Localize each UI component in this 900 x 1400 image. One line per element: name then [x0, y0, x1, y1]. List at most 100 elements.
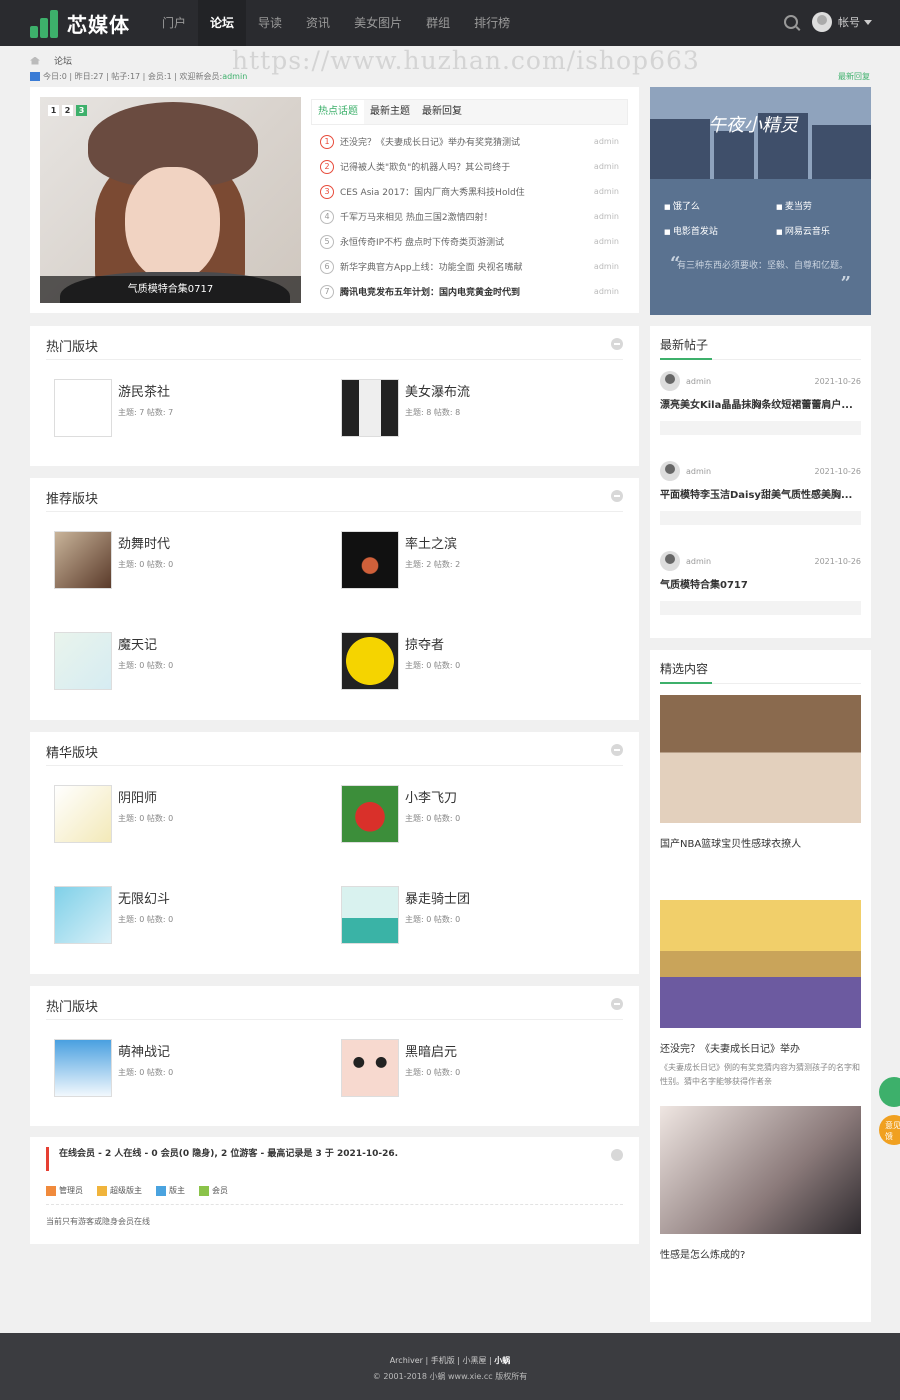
slider-page-3[interactable]: 3: [76, 105, 87, 116]
pick-image[interactable]: [660, 1106, 861, 1234]
collapse-toggle-icon[interactable]: [611, 490, 623, 502]
nav-groups[interactable]: 群组: [414, 0, 462, 46]
promo-link-eleme[interactable]: 饿了么: [664, 199, 776, 212]
account-menu[interactable]: 帐号: [838, 14, 860, 30]
forum-name[interactable]: 劲舞时代: [118, 537, 173, 553]
forum-item[interactable]: 掠夺者 主题: 0 帖数: 0: [341, 632, 460, 690]
author-avatar-icon[interactable]: [660, 461, 680, 481]
forum-name[interactable]: 小李飞刀: [405, 791, 460, 807]
hot-topic-title[interactable]: 腾讯电竞发布五年计划：国内电竞黄金时代到: [340, 285, 594, 298]
qrcode-float-icon[interactable]: [879, 1077, 900, 1107]
promo-link-netease-music[interactable]: 网易云音乐: [776, 224, 864, 237]
new-post-item[interactable]: admin 2021-10-26 气质模特合集0717: [660, 551, 861, 615]
forum-item[interactable]: 暴走骑士团 主题: 0 帖数: 0: [341, 886, 470, 944]
hot-topic-author[interactable]: admin: [594, 137, 619, 146]
post-title[interactable]: 平面模特李玉洁Daisy甜美气质性感美胸...: [660, 486, 861, 501]
forum-name[interactable]: 率土之滨: [405, 537, 460, 553]
forum-thumbnail[interactable]: [54, 531, 112, 589]
forum-name[interactable]: 美女瀑布流: [405, 385, 470, 401]
forum-thumbnail[interactable]: [54, 886, 112, 944]
forum-thumbnail[interactable]: [341, 1039, 399, 1097]
hot-topic-item[interactable]: 6 新华字典官方App上线：功能全面 央视名嘴献 admin: [311, 254, 628, 279]
site-logo[interactable]: 芯媒体: [30, 9, 130, 38]
breadcrumb-current[interactable]: 论坛: [54, 54, 72, 67]
forum-item[interactable]: 阴阳师 主题: 0 帖数: 0: [54, 785, 173, 843]
forum-thumbnail[interactable]: [341, 886, 399, 944]
hot-topic-item[interactable]: 4 千军万马来相见 热血三国2激情四射！ admin: [311, 204, 628, 229]
forum-item[interactable]: 游民茶社 主题: 7 帖数: 7: [54, 379, 173, 437]
pick-item[interactable]: 还没完？《夫妻成长日记》举办 《夫妻成长日记》例的有奖竞猜内容为猜测孩子的名字和性…: [660, 900, 861, 1089]
forum-thumbnail[interactable]: [341, 785, 399, 843]
forum-name[interactable]: 黑暗启元: [405, 1045, 460, 1061]
latest-replies-link[interactable]: 最新回复: [838, 71, 870, 82]
forum-item[interactable]: 劲舞时代 主题: 0 帖数: 0: [54, 531, 173, 589]
post-author[interactable]: admin: [686, 557, 815, 566]
promo-link-movies[interactable]: 电影首发站: [664, 224, 776, 237]
nav-forum[interactable]: 论坛: [198, 0, 247, 46]
forum-thumbnail[interactable]: [341, 632, 399, 690]
image-slider[interactable]: 1 2 3 气质模特合集0717: [40, 97, 301, 303]
forum-item[interactable]: 率土之滨 主题: 2 帖数: 2: [341, 531, 460, 589]
hot-topic-title[interactable]: 新华字典官方App上线：功能全面 央视名嘴献: [340, 260, 594, 273]
author-avatar-icon[interactable]: [660, 371, 680, 391]
hot-topic-author[interactable]: admin: [594, 262, 619, 271]
tab-hot-topics[interactable]: 热点话题: [312, 100, 364, 124]
pick-item[interactable]: 性感是怎么炼成的?: [660, 1106, 861, 1267]
feedback-float-button[interactable]: 意见反馈: [879, 1115, 900, 1145]
footer-mobile[interactable]: 手机版: [431, 1356, 455, 1365]
post-title[interactable]: 气质模特合集0717: [660, 576, 861, 591]
tab-new-replies[interactable]: 最新回复: [416, 100, 468, 124]
forum-item[interactable]: 黑暗启元 主题: 0 帖数: 0: [341, 1039, 460, 1097]
slider-page-2[interactable]: 2: [62, 105, 73, 116]
hot-topic-author[interactable]: admin: [594, 187, 619, 196]
new-post-item[interactable]: admin 2021-10-26 漂亮美女Kila晶晶抹胸条纹短裙蕾蕾肩户...: [660, 371, 861, 435]
hot-topic-author[interactable]: admin: [594, 287, 619, 296]
pick-title[interactable]: 性感是怎么炼成的?: [660, 1246, 861, 1261]
footer-archiver[interactable]: Archiver: [390, 1356, 423, 1365]
hot-topic-item[interactable]: 3 CES Asia 2017：国内厂商大秀黑科技Hold住 admin: [311, 179, 628, 204]
user-avatar-icon[interactable]: [812, 12, 832, 32]
hot-topic-author[interactable]: admin: [594, 162, 619, 171]
home-icon[interactable]: [30, 56, 40, 65]
promo-link-mcdonalds[interactable]: 麦当劳: [776, 199, 864, 212]
footer-site[interactable]: 小蜗: [494, 1356, 510, 1365]
pick-image[interactable]: [660, 900, 861, 1028]
forum-name[interactable]: 阴阳师: [118, 791, 173, 807]
collapse-toggle-icon[interactable]: [611, 998, 623, 1010]
post-author[interactable]: admin: [686, 377, 815, 386]
nav-photos[interactable]: 美女图片: [342, 0, 414, 46]
collapse-toggle-icon[interactable]: [611, 1149, 623, 1161]
hot-topic-title[interactable]: 记得被人类"欺负"的机器人吗？其公司终于: [340, 160, 594, 173]
forum-name[interactable]: 魔天记: [118, 638, 173, 654]
forum-item[interactable]: 美女瀑布流 主题: 8 帖数: 8: [341, 379, 470, 437]
forum-name[interactable]: 萌神战记: [118, 1045, 173, 1061]
hot-topic-title[interactable]: 还没完？《夫妻成长日记》举办有奖竞猜测试: [340, 135, 594, 148]
forum-item[interactable]: 无限幻斗 主题: 0 帖数: 0: [54, 886, 173, 944]
pick-image[interactable]: [660, 695, 861, 823]
hot-topic-author[interactable]: admin: [594, 237, 619, 246]
new-post-item[interactable]: admin 2021-10-26 平面模特李玉洁Daisy甜美气质性感美胸...: [660, 461, 861, 525]
promo-banner[interactable]: 午夜小精灵 饿了么 麦当劳 电影首发站 网易云音乐 “ 有三种东西必须要收：坚毅…: [650, 87, 871, 315]
welcome-user-link[interactable]: admin: [222, 72, 247, 81]
forum-thumbnail[interactable]: [54, 785, 112, 843]
slider-page-1[interactable]: 1: [48, 105, 59, 116]
forum-name[interactable]: 暴走骑士团: [405, 892, 470, 908]
nav-portal[interactable]: 门户: [150, 0, 198, 46]
hot-topic-item[interactable]: 2 记得被人类"欺负"的机器人吗？其公司终于 admin: [311, 154, 628, 179]
hot-topic-title[interactable]: CES Asia 2017：国内厂商大秀黑科技Hold住: [340, 185, 594, 198]
forum-thumbnail[interactable]: [54, 379, 112, 437]
hot-topic-title[interactable]: 千军万马来相见 热血三国2激情四射！: [340, 210, 594, 223]
forum-thumbnail[interactable]: [341, 379, 399, 437]
forum-item[interactable]: 魔天记 主题: 0 帖数: 0: [54, 632, 173, 690]
hot-topic-item[interactable]: 7 腾讯电竞发布五年计划：国内电竞黄金时代到 admin: [311, 279, 628, 304]
search-icon[interactable]: [784, 15, 798, 29]
pick-title[interactable]: 国产NBA篮球宝贝性感球衣撩人: [660, 835, 861, 850]
hot-topic-item[interactable]: 5 永恒传奇IP不朽 盘点时下传奇类页游测试 admin: [311, 229, 628, 254]
hot-topic-item[interactable]: 1 还没完？《夫妻成长日记》举办有奖竞猜测试 admin: [311, 129, 628, 154]
post-title[interactable]: 漂亮美女Kila晶晶抹胸条纹短裙蕾蕾肩户...: [660, 396, 861, 411]
forum-thumbnail[interactable]: [54, 632, 112, 690]
forum-item[interactable]: 小李飞刀 主题: 0 帖数: 0: [341, 785, 460, 843]
forum-thumbnail[interactable]: [341, 531, 399, 589]
footer-blackroom[interactable]: 小黑屋: [463, 1356, 487, 1365]
pick-title[interactable]: 还没完？《夫妻成长日记》举办: [660, 1040, 861, 1055]
